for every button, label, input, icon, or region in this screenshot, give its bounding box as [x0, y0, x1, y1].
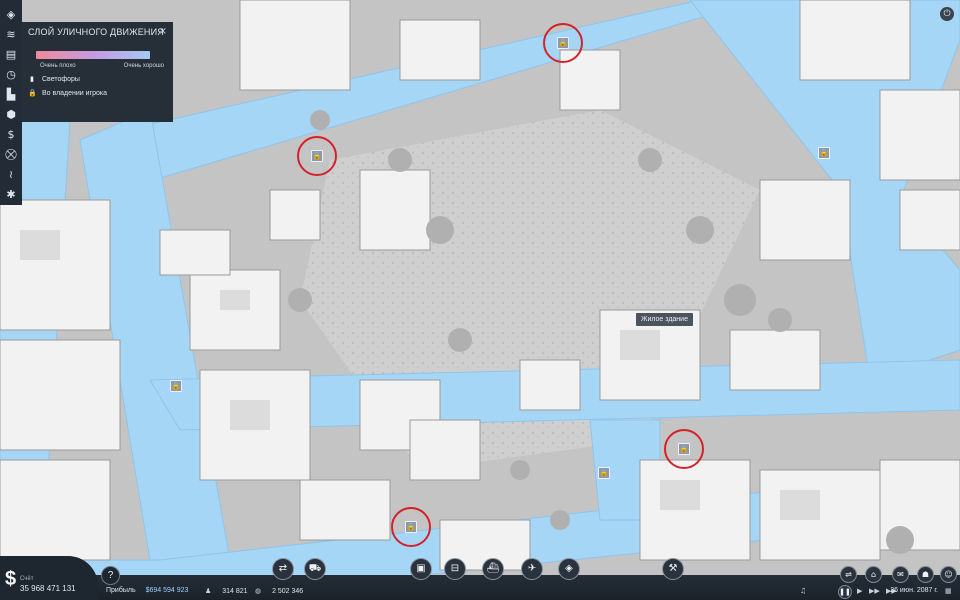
route-button[interactable]: ⇌ [840, 566, 857, 583]
layers-icon[interactable]: ◈ [3, 7, 19, 21]
person-icon: ♟ [205, 587, 212, 595]
panel-title: СЛОЙ УЛИЧНОГО ДВИЖЕНИЯ [28, 27, 164, 37]
building [0, 199, 111, 331]
traffic-gradient-legend [36, 51, 150, 59]
traffic-light-icon: ▮ [30, 75, 34, 83]
plane-button[interactable]: ✈ [521, 558, 543, 580]
legend-high-label: Очень хорошо [123, 63, 164, 69]
building [239, 0, 351, 91]
legend-low-label: Очень плохо [40, 63, 76, 69]
money-symbol: $ [5, 568, 17, 590]
traffic-icon[interactable]: ⛒ [3, 148, 19, 162]
cargo-button[interactable]: ◈ [558, 558, 580, 580]
balance-panel: $ Счёт 35 968 471 131 [0, 556, 98, 600]
building [729, 329, 821, 391]
bus-stop-button[interactable]: ⛟ [304, 558, 326, 580]
power-icon[interactable]: ⏻ [940, 7, 954, 21]
left-toolbar: ◈ ≋ ▤ ◷ ▙ ⬢ $ ⛒ ≀ ✱ [0, 0, 22, 205]
legend-traffic-lights[interactable]: ▮ Светофоры [28, 75, 167, 83]
play-icon[interactable]: ▶ [857, 587, 865, 595]
population-value: 314 821 [222, 588, 248, 595]
bulldozer-button[interactable]: ⚒ [662, 558, 684, 580]
stack-icon[interactable]: ≋ [3, 27, 19, 41]
lock-icon: 🔒 [28, 89, 37, 97]
building [299, 479, 391, 541]
building [899, 189, 960, 251]
globe-icon: ◍ [255, 587, 262, 595]
depot-button[interactable]: ⌂ [865, 566, 882, 583]
player-owned-lock-icon[interactable]: 🔒 [598, 467, 610, 479]
settings-icon[interactable]: ✱ [3, 188, 19, 202]
cube-icon[interactable]: ⬢ [3, 107, 19, 121]
building [759, 179, 851, 261]
building [799, 0, 911, 81]
money-icon[interactable]: $ [3, 128, 19, 142]
population-stat: ♟ 314 821 [205, 587, 248, 595]
building [879, 89, 960, 181]
building [269, 189, 321, 241]
residents-value: 2 502 346 [272, 588, 304, 595]
player-owned-lock-icon[interactable]: 🔒 [170, 380, 182, 392]
residents-stat: ◍ 2 502 346 [255, 587, 303, 595]
close-icon[interactable]: × [159, 26, 167, 37]
music-icon[interactable]: ♫ [800, 587, 809, 595]
building [0, 339, 121, 451]
player-owned-lock-icon[interactable]: 🔒 [818, 147, 830, 159]
highlighted-lock-marker[interactable]: 🔒 [543, 23, 583, 63]
lock-icon: 🔒 [557, 37, 569, 49]
pause-button[interactable]: ❚❚ [838, 585, 852, 599]
legend-label: Во владении игрока [42, 89, 108, 97]
profit-stat: Прибыль $694 594 923 [106, 587, 188, 594]
help-button[interactable]: ? [101, 566, 120, 585]
chat-button[interactable]: ✉ [892, 566, 909, 583]
legend-label: Светофоры [42, 75, 80, 83]
building [409, 419, 481, 481]
balance-value: 35 968 471 131 [20, 584, 76, 593]
ship-button[interactable]: ⛴ [482, 558, 504, 580]
profit-label: Прибыль [106, 587, 136, 594]
highlighted-lock-marker[interactable]: 🔒 [391, 507, 431, 547]
legend-player-owned[interactable]: 🔒 Во владении игрока [28, 89, 167, 97]
traffic-layer-panel: СЛОЙ УЛИЧНОГО ДВИЖЕНИЯ × Очень плохо Оче… [22, 22, 173, 122]
tram-button[interactable]: ⊟ [444, 558, 466, 580]
transfer-button[interactable]: ⇄ [272, 558, 294, 580]
building [359, 169, 431, 251]
lock-icon: 🔒 [678, 443, 690, 455]
game-date: 26 июн. 2087 г. [890, 587, 938, 594]
sound-icon[interactable]: ≀ [3, 168, 19, 182]
building [519, 359, 581, 411]
highlighted-lock-marker[interactable]: 🔒 [664, 429, 704, 469]
building [399, 19, 481, 81]
lock-icon: 🔒 [405, 521, 417, 533]
building [0, 459, 111, 561]
highlighted-lock-marker[interactable]: 🔒 [297, 136, 337, 176]
building-tooltip: Жилое здание [636, 313, 693, 326]
calendar-icon[interactable]: ▦ [945, 587, 955, 595]
book-icon[interactable]: ▤ [3, 47, 19, 61]
compass-icon[interactable]: ◷ [3, 67, 19, 81]
group-button[interactable]: ☗ [917, 566, 934, 583]
balance-label: Счёт [20, 576, 34, 582]
lock-icon: 🔒 [311, 150, 323, 162]
people-button[interactable]: ☺ [940, 566, 957, 583]
city-icon[interactable]: ▙ [3, 87, 19, 101]
building [159, 229, 231, 276]
fast-icon[interactable]: ▶▶ [869, 587, 883, 595]
profit-value: $694 594 923 [145, 587, 189, 594]
bus-button[interactable]: ▣ [410, 558, 432, 580]
